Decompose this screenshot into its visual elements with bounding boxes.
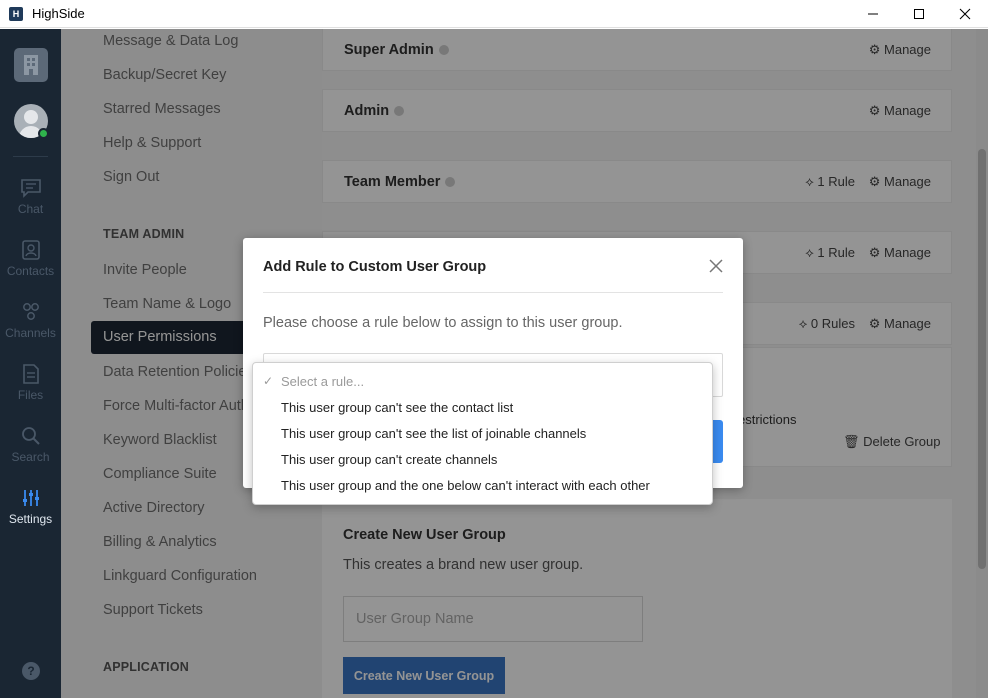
window-controls <box>850 0 988 28</box>
rule-option-hide-joinable-channels[interactable]: This user group can't see the list of jo… <box>281 426 586 441</box>
rule-option-hide-contacts[interactable]: This user group can't see the contact li… <box>281 400 513 415</box>
online-status-indicator <box>38 128 49 139</box>
rail-item-label: Files <box>17 388 44 402</box>
rail-item-settings[interactable]: Settings <box>0 487 61 537</box>
rail-item-search[interactable]: Search <box>0 425 61 475</box>
organization-switcher[interactable] <box>14 48 48 82</box>
minimize-button[interactable] <box>850 0 896 28</box>
rail-item-label: Channels <box>5 326 56 340</box>
maximize-icon <box>914 9 924 19</box>
rule-option-no-create-channels[interactable]: This user group can't create channels <box>281 452 497 467</box>
settings-icon <box>22 490 39 506</box>
rail-item-channels[interactable]: Channels <box>0 301 61 351</box>
close-icon <box>959 8 971 20</box>
rail-item-chat[interactable]: Chat <box>0 177 61 227</box>
channels-icon <box>22 303 39 320</box>
app-logo-icon: H <box>9 6 23 21</box>
chat-icon <box>20 179 41 198</box>
close-icon <box>709 259 723 273</box>
rule-option-no-interaction[interactable]: This user group and the one below can't … <box>281 478 650 493</box>
contacts-icon <box>21 240 40 260</box>
rail-item-label: Contacts <box>6 264 55 278</box>
rail-divider <box>13 156 48 157</box>
title-bar: H HighSide <box>0 0 988 28</box>
rail-item-files[interactable]: Files <box>0 363 61 413</box>
window-title: HighSide <box>32 6 85 21</box>
modal-close-button[interactable] <box>707 257 725 275</box>
search-icon <box>21 427 40 445</box>
close-window-button[interactable] <box>942 0 988 28</box>
rule-option-placeholder[interactable]: Select a rule... <box>281 374 364 389</box>
files-icon <box>22 364 39 384</box>
minimize-icon <box>868 13 878 15</box>
maximize-button[interactable] <box>896 0 942 28</box>
rule-dropdown-menu: ✓ Select a rule... This user group can't… <box>252 362 713 505</box>
rail-item-contacts[interactable]: Contacts <box>0 239 61 289</box>
app-rail: Chat Contacts Channels Files Search Sett… <box>0 29 61 698</box>
rail-item-label: Search <box>11 450 50 464</box>
rail-item-label: Chat <box>17 202 44 216</box>
help-icon[interactable]: ? <box>22 662 40 680</box>
modal-divider <box>263 292 723 293</box>
checkmark-icon: ✓ <box>263 374 274 388</box>
building-icon <box>24 55 38 75</box>
modal-title: Add Rule to Custom User Group <box>263 259 487 275</box>
rail-item-label: Settings <box>8 512 53 526</box>
modal-description: Please choose a rule below to assign to … <box>263 315 623 331</box>
